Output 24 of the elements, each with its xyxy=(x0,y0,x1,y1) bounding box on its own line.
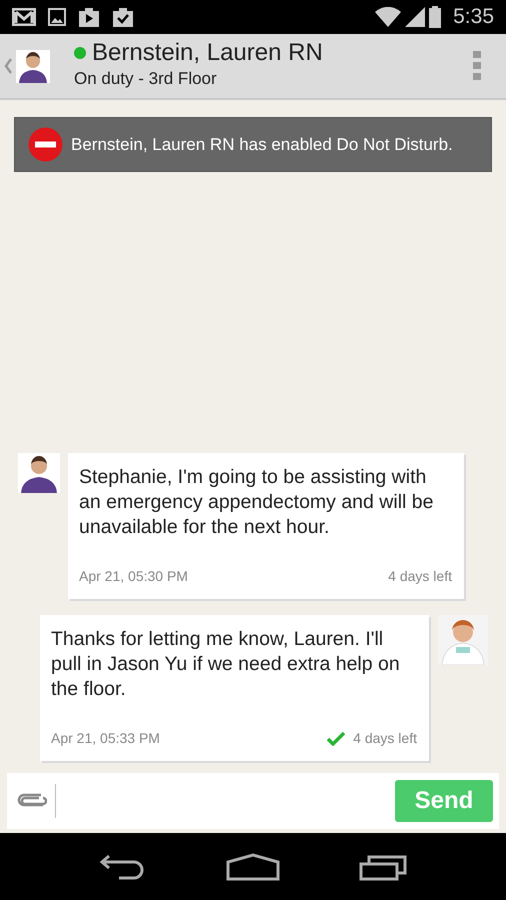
clock: 5:35 xyxy=(453,4,494,30)
wifi-icon xyxy=(375,7,402,27)
send-button[interactable]: Send xyxy=(395,780,493,822)
message-timestamp: Apr 21, 05:33 PM xyxy=(51,729,160,748)
message-timestamp: Apr 21, 05:30 PM xyxy=(79,567,188,586)
contact-name: Bernstein, Lauren RN xyxy=(92,40,323,66)
recent-apps-icon[interactable] xyxy=(358,852,407,880)
home-icon[interactable] xyxy=(226,852,280,880)
overflow-menu-icon[interactable] xyxy=(472,51,482,81)
image-icon xyxy=(48,8,66,26)
checkmark-bag-icon xyxy=(112,7,134,27)
expiry-label: 4 days left xyxy=(388,567,452,586)
signal-icon xyxy=(405,7,426,27)
no-entry-icon xyxy=(28,127,63,162)
message-text: Thanks for letting me know, Lauren. I'll pull in Jason Yu if we need extra help on the floor. xyxy=(51,627,401,702)
message-input-bar[interactable]: Send xyxy=(7,773,499,829)
contact-status: On duty - 3rd Floor xyxy=(74,68,218,90)
message-text: Stephanie, I'm going to be assisting with an emergency appendectomy and will be unavailable for the next hour. xyxy=(79,465,434,540)
play-store-icon xyxy=(78,7,100,27)
battery-icon xyxy=(429,6,442,28)
banner-text: Bernstein, Lauren RN has enabled Do Not Disturb. xyxy=(71,134,453,156)
paperclip-icon[interactable] xyxy=(17,793,47,809)
expiry-label: 4 days left xyxy=(353,729,417,748)
mail-icon xyxy=(12,8,36,26)
